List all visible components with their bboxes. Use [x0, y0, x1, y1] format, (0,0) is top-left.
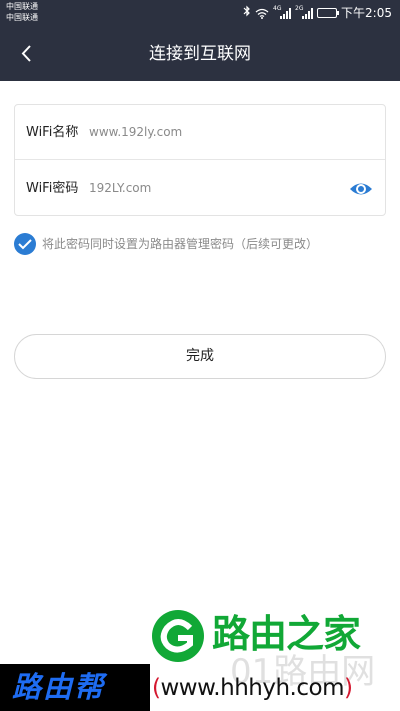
- signal-icon-2: 2G: [295, 5, 314, 19]
- nav-bar: 连接到互联网: [0, 27, 400, 81]
- signal-2-tag: 2G: [295, 5, 304, 12]
- watermark-left-text: 路由帮: [12, 670, 106, 704]
- watermark-url: (www.hhhyh.com): [152, 668, 353, 708]
- wifi-name-input[interactable]: [89, 105, 339, 160]
- wifi-password-label: WiFi密码: [26, 181, 79, 196]
- signal-icon-1: 4G: [273, 5, 292, 19]
- battery-icon: [317, 8, 340, 18]
- signal-1-tag: 4G: [273, 5, 282, 12]
- watermark-url-close-paren: ): [343, 675, 353, 701]
- wifi-form-card: WiFi名称 WiFi密码: [14, 104, 386, 216]
- done-button[interactable]: 完成: [14, 334, 386, 379]
- wifi-icon: [255, 4, 269, 23]
- watermark-url-text: www.hhhyh.com: [160, 675, 344, 701]
- password-visibility-toggle[interactable]: [349, 179, 373, 199]
- eye-icon: [350, 183, 372, 195]
- bluetooth-icon: [243, 5, 251, 22]
- admin-password-checkbox-label: 将此密码同时设置为路由器管理密码（后续可更改）: [42, 237, 319, 251]
- carrier-label-2: 中国联通: [6, 13, 38, 22]
- wifi-password-input[interactable]: [89, 161, 339, 216]
- wifi-name-row: WiFi名称: [15, 105, 385, 160]
- page-title: 连接到互联网: [149, 44, 251, 64]
- admin-password-checkbox[interactable]: [14, 233, 36, 255]
- watermark-left-banner: 路由帮: [0, 664, 150, 711]
- checkmark-icon: [18, 239, 32, 250]
- carrier-label-1: 中国联通: [6, 2, 38, 11]
- status-icons: 4G 2G 下午2:05: [243, 5, 392, 21]
- clock: 下午2:05: [341, 6, 392, 20]
- wifi-password-row: WiFi密码: [15, 161, 385, 216]
- wifi-name-label: WiFi名称: [26, 125, 79, 140]
- admin-password-option: 将此密码同时设置为路由器管理密码（后续可更改）: [14, 233, 386, 255]
- brand-logo-icon: [152, 610, 204, 662]
- status-bar: 中国联通 中国联通 4G 2G 下午2:05: [0, 0, 400, 27]
